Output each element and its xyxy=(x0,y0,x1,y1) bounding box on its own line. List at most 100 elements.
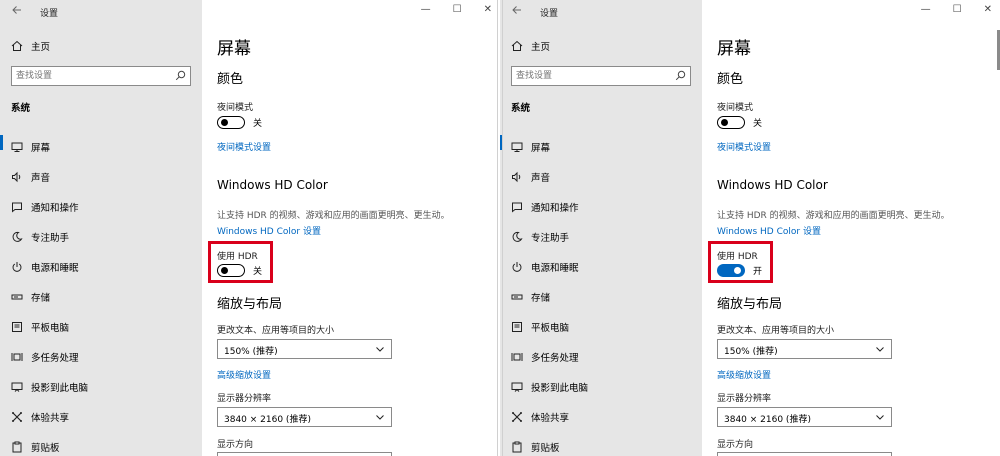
scale-value: 150% (推荐) xyxy=(224,347,278,357)
orientation-dropdown[interactable] xyxy=(217,452,392,456)
scale-value: 150% (推荐) xyxy=(724,347,778,357)
search-icon[interactable] xyxy=(175,70,186,81)
hdr-description: 让支持 HDR 的视频、游戏和应用的画面更明亮、更生动。 xyxy=(217,211,450,221)
sidebar-item[interactable]: 声音 xyxy=(500,162,702,192)
settings-window-2: 设置主页系统屏幕声音通知和操作专注助手电源和睡眠存储平板电脑多任务处理投影到此电… xyxy=(500,0,1000,456)
sidebar-item-label: 投影到此电脑 xyxy=(31,383,89,394)
sidebar-item[interactable]: 多任务处理 xyxy=(500,342,702,372)
multitask-icon xyxy=(511,351,523,363)
sidebar-item[interactable]: 存储 xyxy=(0,282,202,312)
clipboard-icon xyxy=(11,441,23,453)
night-light-label: 夜间模式 xyxy=(717,103,754,113)
chevron-down-icon xyxy=(875,412,885,422)
sidebar-item[interactable]: 屏幕 xyxy=(500,132,702,162)
sidebar-item[interactable]: 通知和操作 xyxy=(500,192,702,222)
resolution-dropdown[interactable]: 3840 × 2160 (推荐) xyxy=(717,407,892,427)
orientation-label: 显示方向 xyxy=(717,440,754,450)
sidebar-item[interactable]: 电源和睡眠 xyxy=(0,252,202,282)
sidebar-item[interactable]: 体验共享 xyxy=(0,402,202,432)
hd-color-settings-link[interactable]: Windows HD Color 设置 xyxy=(217,224,321,237)
resolution-label: 显示器分辨率 xyxy=(217,394,272,404)
night-light-toggle[interactable] xyxy=(217,116,245,129)
hd-color-settings-link[interactable]: Windows HD Color 设置 xyxy=(717,224,821,237)
use-hdr-state: 关 xyxy=(253,267,263,277)
sidebar-item[interactable]: 专注助手 xyxy=(0,222,202,252)
minimize-icon[interactable]: — xyxy=(921,4,931,15)
minimize-icon[interactable]: — xyxy=(421,4,431,15)
app-title: 设置 xyxy=(540,9,559,19)
tablet-icon xyxy=(11,321,23,333)
advanced-scaling-link[interactable]: 高级缩放设置 xyxy=(217,368,271,381)
notification-icon xyxy=(511,201,523,213)
sidebar-item[interactable]: 投影到此电脑 xyxy=(500,372,702,402)
home-link[interactable]: 主页 xyxy=(11,38,50,54)
use-hdr-toggle[interactable] xyxy=(717,264,745,277)
sidebar-item-label: 声音 xyxy=(31,173,51,184)
search-box[interactable] xyxy=(11,66,191,86)
sidebar-item[interactable]: 平板电脑 xyxy=(500,312,702,342)
sidebar-item-label: 屏幕 xyxy=(31,143,51,154)
use-hdr-label: 使用 HDR xyxy=(717,252,758,262)
clipboard-icon xyxy=(511,441,523,453)
maximize-icon[interactable]: ☐ xyxy=(453,4,462,15)
sidebar-item-label: 体验共享 xyxy=(531,413,570,424)
sidebar-item-label: 剪贴板 xyxy=(31,443,60,454)
night-light-settings-link[interactable]: 夜间模式设置 xyxy=(217,140,271,153)
search-box[interactable] xyxy=(511,66,691,86)
sidebar-item[interactable]: 剪贴板 xyxy=(500,432,702,456)
sidebar-item-label: 专注助手 xyxy=(531,233,570,244)
chevron-down-icon xyxy=(875,344,885,354)
close-icon[interactable]: ✕ xyxy=(984,4,992,15)
search-icon[interactable] xyxy=(675,70,686,81)
monitor-icon xyxy=(11,141,23,153)
home-link[interactable]: 主页 xyxy=(511,38,550,54)
night-light-settings-link[interactable]: 夜间模式设置 xyxy=(717,140,771,153)
hdr-description: 让支持 HDR 的视频、游戏和应用的画面更明亮、更生动。 xyxy=(717,211,950,221)
pane-divider xyxy=(502,0,503,456)
sidebar-item-label: 通知和操作 xyxy=(531,203,579,214)
scale-dropdown[interactable]: 150% (推荐) xyxy=(717,339,892,359)
night-light-toggle-row: 关 xyxy=(217,116,262,129)
sidebar-item[interactable]: 体验共享 xyxy=(500,402,702,432)
power-icon xyxy=(511,261,523,273)
orientation-dropdown[interactable] xyxy=(717,452,892,456)
scale-heading: 缩放与布局 xyxy=(717,297,783,312)
home-icon xyxy=(511,40,523,52)
sidebar-item[interactable]: 屏幕 xyxy=(0,132,202,162)
sidebar-item[interactable]: 电源和睡眠 xyxy=(500,252,702,282)
scale-dropdown[interactable]: 150% (推荐) xyxy=(217,339,392,359)
scale-label: 更改文本、应用等项目的大小 xyxy=(717,326,835,336)
share-icon xyxy=(11,411,23,423)
speaker-icon xyxy=(511,171,523,183)
close-icon[interactable]: ✕ xyxy=(484,4,492,15)
sidebar-item[interactable]: 平板电脑 xyxy=(0,312,202,342)
use-hdr-label: 使用 HDR xyxy=(217,252,258,262)
window-controls: — ☐ ✕ xyxy=(421,4,492,15)
sidebar-item[interactable]: 声音 xyxy=(0,162,202,192)
chevron-down-icon xyxy=(375,344,385,354)
use-hdr-toggle[interactable] xyxy=(217,264,245,277)
night-light-toggle-row: 关 xyxy=(717,116,762,129)
sidebar-item[interactable]: 专注助手 xyxy=(500,222,702,252)
content-area: — ☐ ✕ 屏幕 颜色 夜间模式关夜间模式设置 Windows HD Color 让支持 HD… xyxy=(202,0,500,456)
back-arrow-icon[interactable] xyxy=(511,4,523,19)
night-light-toggle[interactable] xyxy=(717,116,745,129)
sidebar-item-label: 存储 xyxy=(531,293,551,304)
sidebar-item[interactable]: 存储 xyxy=(500,282,702,312)
sidebar-item-label: 声音 xyxy=(531,173,551,184)
search-input[interactable] xyxy=(16,69,166,83)
page-title: 屏幕 xyxy=(717,39,751,59)
sidebar-item[interactable]: 剪贴板 xyxy=(0,432,202,456)
back-arrow-icon[interactable] xyxy=(11,4,23,19)
tablet-icon xyxy=(511,321,523,333)
maximize-icon[interactable]: ☐ xyxy=(953,4,962,15)
project-icon xyxy=(11,381,23,393)
sidebar-item[interactable]: 通知和操作 xyxy=(0,192,202,222)
sidebar-item[interactable]: 多任务处理 xyxy=(0,342,202,372)
scale-label: 更改文本、应用等项目的大小 xyxy=(217,326,335,336)
resolution-dropdown[interactable]: 3840 × 2160 (推荐) xyxy=(217,407,392,427)
sidebar-item[interactable]: 投影到此电脑 xyxy=(0,372,202,402)
search-input[interactable] xyxy=(516,69,666,83)
advanced-scaling-link[interactable]: 高级缩放设置 xyxy=(717,368,771,381)
use-hdr-state: 开 xyxy=(753,267,763,277)
